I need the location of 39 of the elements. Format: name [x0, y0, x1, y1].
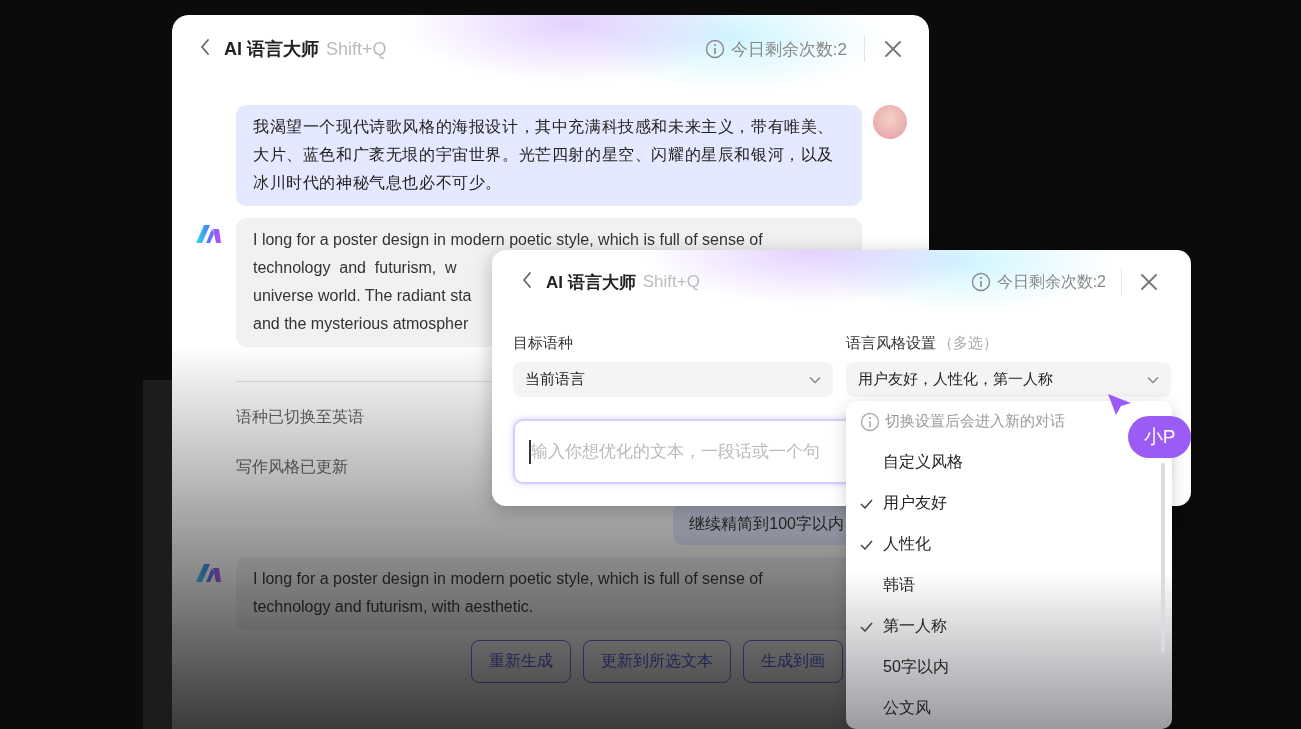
response-line: technology and futurism, with aesthetic. — [253, 597, 534, 617]
style-option[interactable]: 50字以内 — [860, 647, 1158, 688]
response-line: I long for a poster design in modern poetic style, which is full of sense of — [253, 569, 763, 589]
quota-label: 今日剩余次数:2 — [730, 38, 847, 61]
info-icon — [704, 39, 725, 59]
cursor-icon — [1106, 392, 1132, 416]
field-note: （多选） — [938, 334, 998, 353]
field-label: 语言风格设置 — [846, 334, 936, 353]
response-line: universe world. The radiant sta — [253, 286, 472, 306]
style-option[interactable]: 公文风 — [860, 688, 1158, 729]
logo-icon — [196, 225, 221, 243]
response-line: technology and futurism, w — [253, 258, 457, 278]
window-title: AI 语言大师 — [546, 271, 636, 294]
shortcut-label: Shift+Q — [642, 272, 700, 292]
style-option[interactable]: 用户友好 — [860, 483, 1158, 524]
window-title: AI 语言大师 — [224, 38, 319, 61]
chevron-down-icon — [809, 375, 821, 384]
close-icon[interactable] — [885, 41, 901, 57]
message-bubble: 我渴望一个现代诗歌风格的海报设计，其中充满科技感和未来主义，带有唯美、大片、蓝色和广袤无垠的宇宙世界。光芒四射的星空、闪耀的星辰和银河，以及冰川时代的神秘气息也必不可少。 — [236, 105, 862, 206]
back-icon[interactable] — [522, 271, 532, 289]
back-icon[interactable] — [200, 38, 210, 56]
shortcut-label: Shift+Q — [326, 38, 387, 60]
avatar — [873, 105, 907, 139]
field-label: 目标语种 — [513, 334, 573, 353]
language-select[interactable]: 当前语言 — [513, 362, 833, 397]
style-option[interactable]: 人性化 — [860, 524, 1158, 565]
chevron-down-icon — [1147, 375, 1159, 384]
info-icon — [860, 411, 880, 432]
status-message: 写作风格已更新 — [236, 457, 348, 477]
style-option[interactable]: 韩语 — [860, 565, 1158, 606]
response-line: and the mysterious atmospher — [253, 314, 469, 334]
info-icon — [970, 272, 991, 292]
response-line: I long for a poster design in modern poetic style, which is full of sense of — [253, 230, 763, 250]
close-icon[interactable] — [1141, 274, 1157, 290]
style-option[interactable]: 第一人称 — [860, 606, 1158, 647]
quota-label: 今日剩余次数:2 — [996, 271, 1106, 292]
style-select[interactable]: 用户友好，人性化，第一人称 — [846, 362, 1171, 397]
status-message: 语种已切换至英语 — [236, 407, 364, 427]
logo-icon — [196, 564, 221, 582]
